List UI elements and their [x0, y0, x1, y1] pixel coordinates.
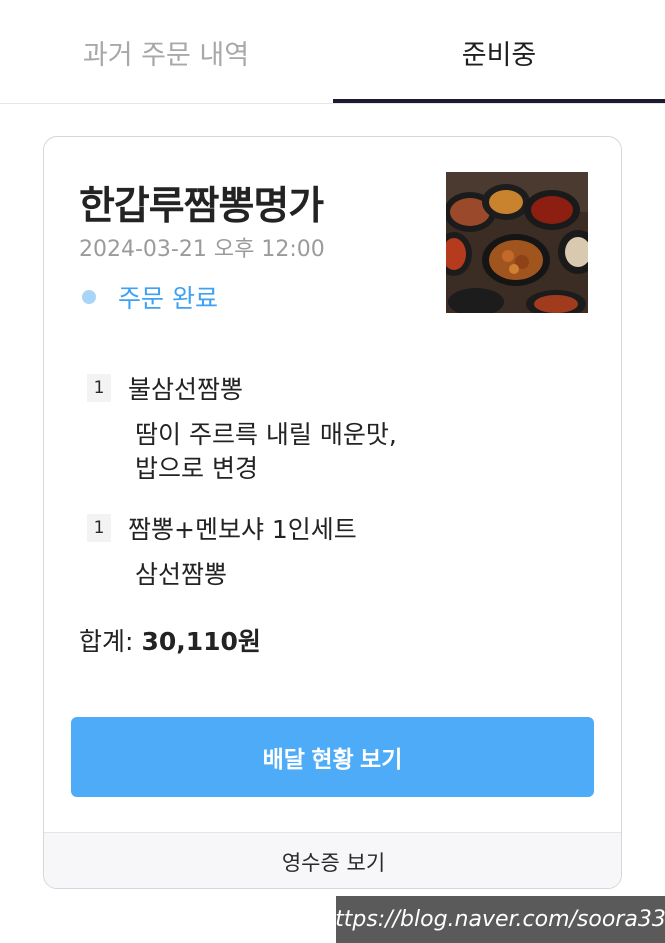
view-receipt-label: 영수증 보기 [281, 850, 386, 875]
tab-past-orders[interactable]: 과거 주문 내역 [0, 0, 332, 104]
active-tab-indicator [333, 99, 665, 103]
order-total: 합계: 30,110원 [79, 622, 261, 658]
item-options: 삼선짬뽕 [135, 558, 357, 592]
item-name: 불삼선짬뽕 [128, 375, 244, 404]
item-option-line: 밥으로 변경 [135, 454, 258, 483]
total-label: 합계: [79, 627, 134, 656]
tab-past-orders-label: 과거 주문 내역 [82, 39, 250, 71]
order-item: 1 짬뽕+멘보샤 1인세트 삼선짬뽕 [87, 510, 357, 592]
order-card: 한갑루짬뽕명가 2024-03-21 오후 12:00 주문 완료 1 불삼선짬… [43, 136, 622, 889]
view-receipt-button[interactable]: 영수증 보기 [44, 832, 621, 888]
food-dishes-photo [446, 172, 588, 313]
order-status: 주문 완료 [82, 279, 218, 315]
item-option-line: 삼선짬뽕 [135, 560, 228, 589]
item-option-line: 땀이 주르륵 내릴 매운맛, [135, 420, 397, 449]
order-item: 1 불삼선짬뽕 땀이 주르륵 내릴 매운맛, 밥으로 변경 [87, 370, 397, 486]
order-datetime: 2024-03-21 오후 12:00 [79, 237, 325, 262]
tab-preparing[interactable]: 준비중 [333, 0, 665, 104]
item-options: 땀이 주르륵 내릴 매운맛, 밥으로 변경 [135, 418, 397, 486]
watermark-text: https://blog.naver.com/soora331 [321, 907, 665, 932]
item-name: 짬뽕+멘보샤 1인세트 [128, 515, 357, 544]
status-text: 주문 완료 [118, 284, 218, 313]
total-amount: 30,110원 [141, 627, 261, 656]
order-tabs: 과거 주문 내역 준비중 [0, 0, 665, 104]
store-thumbnail[interactable] [446, 172, 588, 313]
track-delivery-button[interactable]: 배달 현황 보기 [71, 717, 594, 797]
tab-preparing-label: 준비중 [461, 39, 537, 71]
store-name[interactable]: 한갑루짬뽕명가 [79, 175, 324, 231]
item-quantity: 1 [87, 374, 111, 402]
blog-watermark: https://blog.naver.com/soora331 [321, 896, 665, 943]
status-dot-icon [82, 290, 96, 304]
item-quantity: 1 [87, 514, 111, 542]
